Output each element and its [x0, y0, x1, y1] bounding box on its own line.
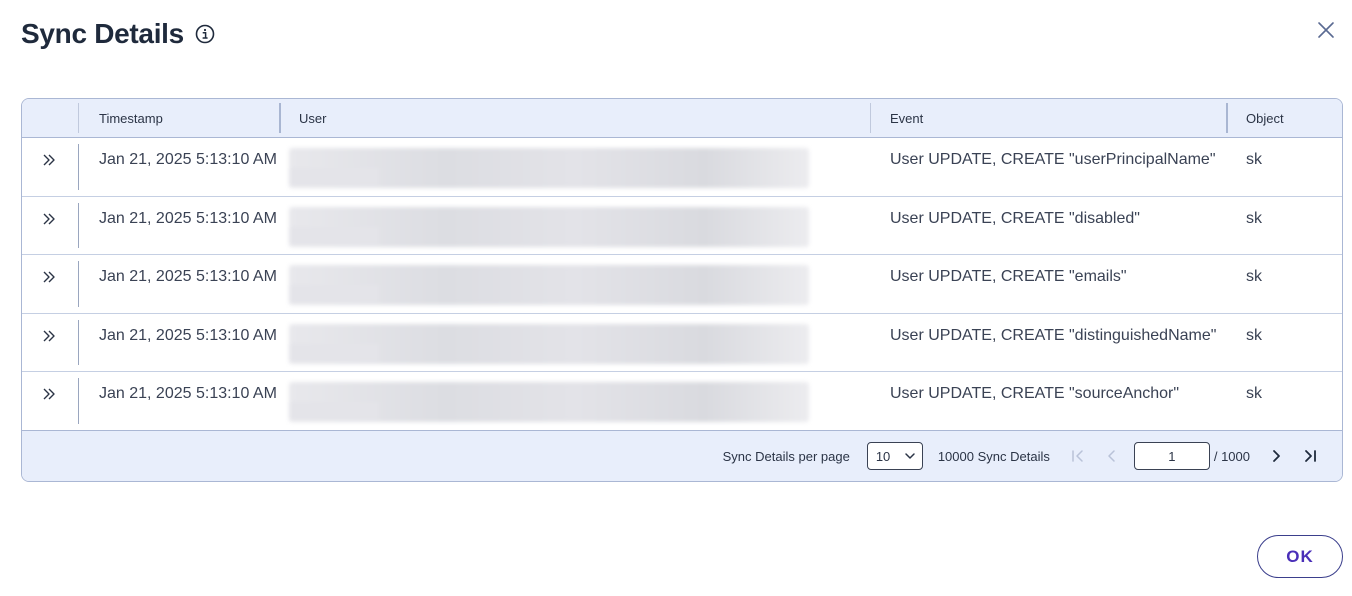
cell-event: User UPDATE, CREATE "emails" [890, 268, 1127, 286]
cell-event: User UPDATE, CREATE "disabled" [890, 209, 1140, 227]
row-divider [78, 378, 79, 424]
cell-object: sk [1246, 151, 1262, 168]
page-count: / 1000 [1213, 448, 1250, 464]
table-row: Jan 21, 2025 5:13:10 AM User UPDATE, CRE… [22, 197, 1342, 256]
next-page-button[interactable] [1264, 444, 1288, 468]
first-page-button[interactable] [1066, 444, 1090, 468]
table-row: Jan 21, 2025 5:13:10 AM User UPDATE, CRE… [22, 138, 1342, 197]
table-row: Jan 21, 2025 5:13:10 AM User UPDATE, CRE… [22, 314, 1342, 373]
cell-user [279, 255, 870, 313]
cell-timestamp: Jan 21, 2025 5:13:10 AM [99, 209, 277, 227]
double-chevron-right-icon [43, 388, 55, 400]
last-page-icon [1305, 450, 1316, 462]
ok-button[interactable]: OK [1257, 535, 1343, 578]
table-header: Timestamp User Event Object [22, 99, 1342, 138]
header-object[interactable]: Object [1226, 99, 1342, 137]
chevron-left-icon [1108, 450, 1115, 462]
cell-timestamp: Jan 21, 2025 5:13:10 AM [99, 151, 277, 168]
current-page-input[interactable] [1133, 442, 1210, 470]
cell-event: User UPDATE, CREATE "userPrincipalName" [890, 151, 1216, 168]
redacted-user [289, 382, 809, 423]
row-divider [78, 144, 79, 190]
row-divider [78, 261, 79, 307]
chevron-down-icon [905, 453, 915, 459]
row-divider [78, 319, 79, 366]
previous-page-button[interactable] [1100, 444, 1124, 468]
per-page-label: Sync Details per page [722, 448, 850, 464]
cell-event: User UPDATE, CREATE "sourceAnchor" [890, 385, 1180, 403]
expand-row-button[interactable] [22, 197, 79, 255]
dialog-title-bar: Sync Details [21, 18, 215, 50]
redacted-user [289, 265, 809, 306]
close-icon [1318, 22, 1334, 38]
header-expand [22, 99, 79, 137]
last-page-button[interactable] [1298, 444, 1322, 468]
double-chevron-right-icon [43, 213, 55, 225]
header-event[interactable]: Event [870, 99, 1226, 137]
close-button[interactable] [1314, 18, 1338, 42]
double-chevron-right-icon [43, 271, 55, 283]
double-chevron-right-icon [43, 330, 55, 342]
cell-object: sk [1246, 209, 1262, 227]
cell-user [279, 138, 870, 196]
header-user[interactable]: User [279, 99, 870, 137]
sync-details-table: Timestamp User Event Object Jan 21, 2025… [21, 98, 1343, 482]
total-count: 10000 Sync Details [937, 448, 1050, 464]
info-icon[interactable] [195, 24, 215, 44]
dialog-title: Sync Details [21, 18, 184, 49]
expand-row-button[interactable] [22, 372, 79, 430]
expand-row-button[interactable] [22, 314, 79, 372]
cell-user [279, 314, 870, 372]
expand-row-button[interactable] [22, 255, 79, 313]
redacted-user [289, 206, 809, 247]
cell-timestamp: Jan 21, 2025 5:13:10 AM [99, 268, 277, 286]
page-size-select[interactable]: 10 [866, 442, 923, 470]
table-row: Jan 21, 2025 5:13:10 AM User UPDATE, CRE… [22, 255, 1342, 314]
cell-timestamp: Jan 21, 2025 5:13:10 AM [99, 385, 277, 403]
header-timestamp[interactable]: Timestamp [79, 99, 279, 137]
table-body: Jan 21, 2025 5:13:10 AM User UPDATE, CRE… [22, 138, 1342, 431]
redacted-user [289, 148, 809, 188]
cell-event: User UPDATE, CREATE "distinguishedName" [890, 326, 1217, 344]
page-size-value: 10 [875, 448, 891, 464]
row-divider [78, 202, 79, 249]
cell-object: sk [1246, 326, 1262, 344]
redacted-user [289, 323, 809, 364]
cell-timestamp: Jan 21, 2025 5:13:10 AM [99, 326, 277, 344]
expand-row-button[interactable] [22, 138, 79, 196]
table-row: Jan 21, 2025 5:13:10 AM User UPDATE, CRE… [22, 372, 1342, 431]
cell-object: sk [1246, 385, 1262, 403]
double-chevron-right-icon [43, 154, 55, 166]
pagination-bar: Sync Details per page 10 10000 Sync Deta… [22, 430, 1342, 481]
cell-user [279, 197, 870, 255]
cell-user [279, 372, 870, 430]
chevron-right-icon [1273, 450, 1280, 462]
cell-object: sk [1246, 268, 1262, 286]
first-page-icon [1072, 450, 1083, 462]
